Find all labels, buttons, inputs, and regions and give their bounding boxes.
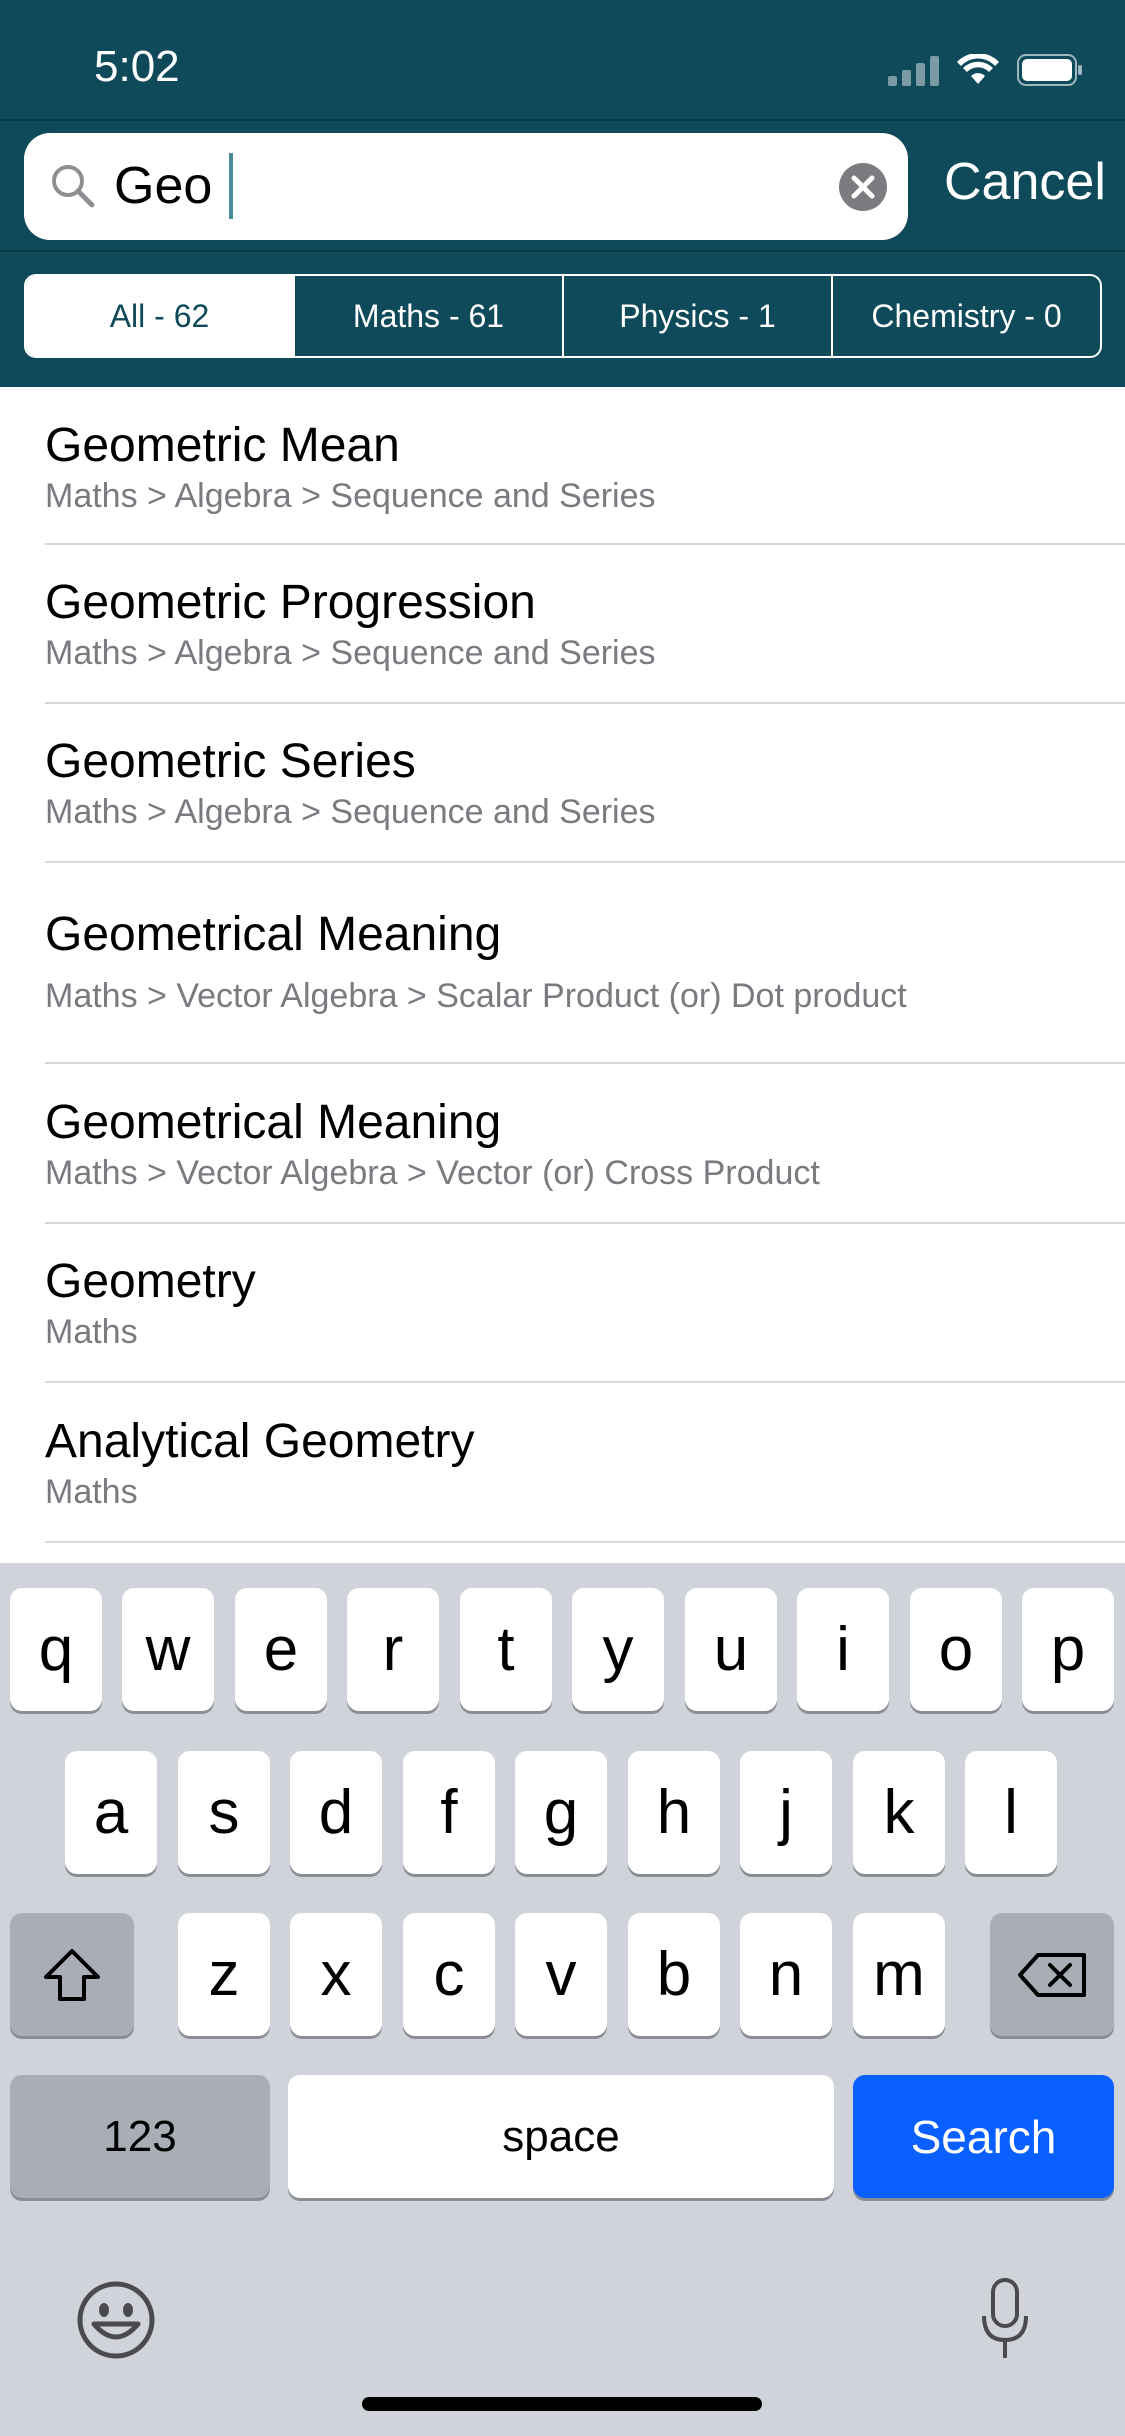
result-title: Geometric Progression xyxy=(45,576,536,629)
backspace-icon xyxy=(1018,1952,1086,1997)
result-title: Geometric Mean xyxy=(45,419,400,472)
list-item[interactable]: Geometrical Meaning Maths > Vector Algeb… xyxy=(45,1064,1125,1224)
key-c[interactable]: c xyxy=(403,1913,495,2036)
header: 5:02 Cancel All - 62 M xyxy=(0,0,1125,387)
key-z[interactable]: z xyxy=(178,1913,270,2036)
result-path: Maths > Algebra > Sequence and Series xyxy=(45,793,656,831)
text-caret xyxy=(229,153,233,219)
space-key[interactable]: space xyxy=(288,2075,834,2198)
segment-physics[interactable]: Physics - 1 xyxy=(562,276,831,356)
list-item[interactable]: Geometric Mean Maths > Algebra > Sequenc… xyxy=(45,387,1125,545)
segment-chemistry[interactable]: Chemistry - 0 xyxy=(831,276,1100,356)
key-i[interactable]: i xyxy=(797,1588,889,1711)
list-item[interactable]: Geometry Maths xyxy=(45,1224,1125,1383)
key-t[interactable]: t xyxy=(460,1588,552,1711)
shift-key[interactable] xyxy=(10,1913,134,2036)
key-s[interactable]: s xyxy=(178,1751,270,1874)
result-title: Analytical Geometry xyxy=(45,1415,475,1468)
search-input[interactable] xyxy=(114,151,814,221)
key-r[interactable]: r xyxy=(347,1588,439,1711)
key-m[interactable]: m xyxy=(853,1913,945,2036)
results-list: Geometric Mean Maths > Algebra > Sequenc… xyxy=(0,387,1125,1543)
key-q[interactable]: q xyxy=(10,1588,102,1711)
key-y[interactable]: y xyxy=(572,1588,664,1711)
numbers-key[interactable]: 123 xyxy=(10,2075,270,2198)
battery-icon xyxy=(1017,54,1082,86)
result-path: Maths xyxy=(45,1473,138,1511)
microphone-icon[interactable] xyxy=(980,2278,1030,2362)
segment-all[interactable]: All - 62 xyxy=(26,276,293,356)
segment-maths[interactable]: Maths - 61 xyxy=(293,276,562,356)
category-filter: All - 62 Maths - 61 Physics - 1 Chemistr… xyxy=(24,274,1102,358)
key-g[interactable]: g xyxy=(515,1751,607,1874)
clear-search-icon[interactable] xyxy=(838,162,888,212)
keyboard: q w e r t y u i o p a s d f g h j k l z … xyxy=(0,1563,1125,2436)
key-w[interactable]: w xyxy=(122,1588,214,1711)
list-item[interactable]: Analytical Geometry Maths xyxy=(45,1383,1125,1543)
result-path: Maths > Vector Algebra > Vector (or) Cro… xyxy=(45,1154,820,1192)
key-k[interactable]: k xyxy=(853,1751,945,1874)
wifi-icon xyxy=(957,54,999,84)
list-item[interactable]: Geometric Series Maths > Algebra > Seque… xyxy=(45,704,1125,863)
list-item[interactable]: Geometrical Meaning Maths > Vector Algeb… xyxy=(45,863,1125,1064)
key-p[interactable]: p xyxy=(1022,1588,1114,1711)
status-icons xyxy=(888,50,1083,90)
list-item[interactable]: Geometric Progression Maths > Algebra > … xyxy=(45,545,1125,704)
search-bar[interactable] xyxy=(24,133,908,240)
key-l[interactable]: l xyxy=(965,1751,1057,1874)
shift-icon xyxy=(44,1948,100,2001)
cancel-button[interactable]: Cancel xyxy=(944,152,1106,212)
emoji-icon[interactable] xyxy=(76,2280,156,2360)
result-title: Geometrical Meaning xyxy=(45,1096,502,1149)
key-a[interactable]: a xyxy=(65,1751,157,1874)
result-path: Maths xyxy=(45,1313,138,1351)
search-icon xyxy=(52,165,95,208)
backspace-key[interactable] xyxy=(990,1913,1114,2036)
result-title: Geometry xyxy=(45,1255,256,1308)
search-key[interactable]: Search xyxy=(853,2075,1114,2198)
result-title: Geometrical Meaning xyxy=(45,908,502,961)
key-u[interactable]: u xyxy=(685,1588,777,1711)
header-divider xyxy=(0,250,1125,252)
status-time: 5:02 xyxy=(94,42,180,91)
key-e[interactable]: e xyxy=(235,1588,327,1711)
key-j[interactable]: j xyxy=(740,1751,832,1874)
result-title: Geometric Series xyxy=(45,735,416,788)
key-v[interactable]: v xyxy=(515,1913,607,2036)
key-h[interactable]: h xyxy=(628,1751,720,1874)
result-path: Maths > Algebra > Sequence and Series xyxy=(45,477,656,515)
home-indicator xyxy=(362,2397,762,2411)
key-x[interactable]: x xyxy=(290,1913,382,2036)
cellular-signal-icon xyxy=(888,54,939,86)
key-n[interactable]: n xyxy=(740,1913,832,2036)
result-path: Maths > Vector Algebra > Scalar Product … xyxy=(45,977,907,1015)
key-f[interactable]: f xyxy=(403,1751,495,1874)
result-path: Maths > Algebra > Sequence and Series xyxy=(45,634,656,672)
key-o[interactable]: o xyxy=(910,1588,1002,1711)
key-d[interactable]: d xyxy=(290,1751,382,1874)
key-b[interactable]: b xyxy=(628,1913,720,2036)
header-divider xyxy=(0,119,1125,121)
